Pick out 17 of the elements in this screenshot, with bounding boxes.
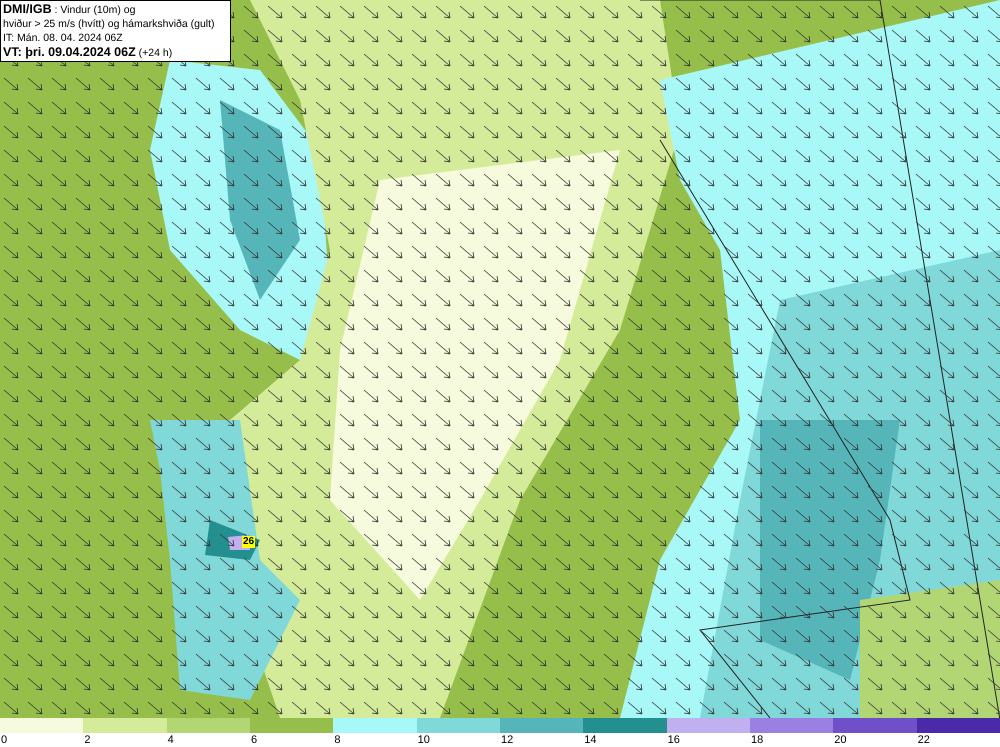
- legend-label: 14: [584, 734, 597, 746]
- header-line: hviður > 25 m/s (hvítt) og hámarkshviða (gult): [3, 17, 216, 31]
- legend-label: 16: [668, 734, 680, 746]
- header-line: DMI/IGB : Vindur (10m) og: [3, 2, 136, 17]
- legend-label: 10: [418, 734, 430, 746]
- legend-label: 2: [84, 734, 90, 746]
- header-line: IT: Mán. 08. 04. 2024 06Z: [3, 31, 124, 45]
- legend-label: 18: [750, 734, 764, 746]
- legend-label: 0: [1, 734, 8, 746]
- header-line: VT: þri. 09.04.2024 06Z (+24 h): [3, 45, 174, 60]
- legend-label: 20: [834, 734, 847, 746]
- legend-label: 8: [334, 734, 340, 746]
- legend-label: 6: [250, 734, 258, 746]
- legend-label: 4: [168, 734, 174, 746]
- gust-marker: 26: [242, 536, 256, 548]
- legend-label: 12: [500, 734, 514, 746]
- legend-label: 22: [918, 734, 930, 746]
